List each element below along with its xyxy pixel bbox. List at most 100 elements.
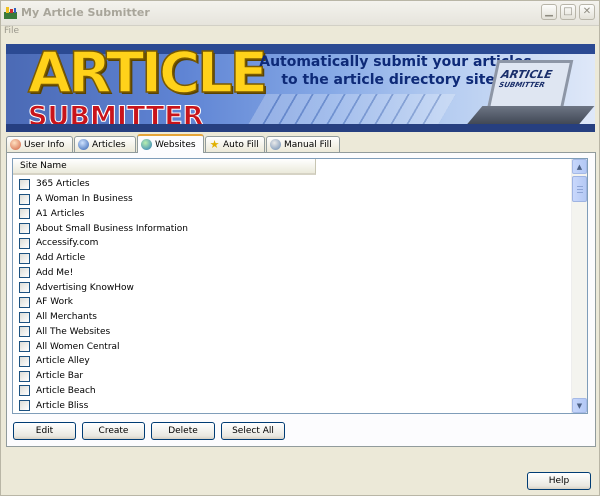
vertical-scrollbar[interactable]: ▲ ▼ — [571, 159, 587, 413]
list-item[interactable] — [19, 413, 188, 414]
list-item[interactable]: Article Bar — [19, 369, 188, 384]
site-label: Add Article — [36, 253, 86, 264]
site-label: Accessify.com — [36, 238, 99, 249]
site-checkbox[interactable] — [19, 341, 30, 353]
site-label: Add Me! — [36, 267, 74, 278]
laptop-logo-submitter: SUBMITTER — [497, 81, 547, 89]
minimize-button[interactable]: ▁ — [541, 4, 557, 20]
scroll-up-button[interactable]: ▲ — [572, 159, 587, 174]
close-icon: ✕ — [582, 6, 592, 17]
site-rows: 365 Articles A Woman In Business A1 Arti… — [19, 177, 188, 414]
list-item[interactable]: Article Bliss — [19, 398, 188, 413]
laptop-screen: ARTICLE SUBMITTER — [486, 60, 574, 110]
site-checkbox[interactable] — [19, 208, 30, 220]
site-checkbox[interactable] — [19, 370, 30, 382]
list-item[interactable]: AF Work — [19, 295, 188, 310]
site-label: All Women Central — [36, 341, 120, 352]
laptop-keyboard — [465, 106, 595, 126]
site-checkbox[interactable] — [19, 223, 30, 235]
star-icon: ★ — [209, 138, 220, 151]
tab-user-info-label: User Info — [24, 139, 65, 150]
site-checkbox[interactable] — [19, 355, 30, 367]
banner-logo-article: ARTICLE — [27, 44, 269, 106]
site-label: About Small Business Information — [36, 223, 188, 234]
tab-websites[interactable]: Websites — [137, 134, 204, 153]
site-checkbox[interactable] — [19, 385, 30, 397]
tab-manual-fill-label: Manual Fill — [284, 139, 332, 150]
maximize-icon: □ — [563, 6, 573, 17]
site-list[interactable]: Site Name 365 Articles A Woman In Busine… — [12, 158, 588, 414]
user-info-icon — [10, 139, 21, 150]
list-item[interactable]: Article Alley — [19, 354, 188, 369]
chevron-down-icon: ▼ — [576, 401, 583, 410]
column-header-site-name[interactable]: Site Name — [13, 159, 316, 175]
site-checkbox[interactable] — [19, 311, 30, 323]
keyboard-graphic — [246, 94, 456, 128]
grip-line — [577, 189, 583, 190]
list-item[interactable]: 365 Articles — [19, 177, 188, 192]
site-label: Article Bar — [36, 371, 84, 382]
list-item[interactable]: Add Me! — [19, 266, 188, 281]
list-item[interactable]: All The Websites — [19, 325, 188, 340]
site-checkbox[interactable] — [19, 400, 30, 412]
tab-websites-label: Websites — [155, 139, 196, 150]
site-label: All Merchants — [36, 312, 97, 323]
site-label: 365 Articles — [36, 179, 90, 190]
select-all-button[interactable]: Select All — [221, 422, 285, 440]
list-item[interactable]: A Woman In Business — [19, 192, 188, 207]
list-item[interactable]: Add Article — [19, 251, 188, 266]
list-item[interactable]: Advertising KnowHow — [19, 280, 188, 295]
site-checkbox[interactable] — [19, 326, 30, 338]
tab-articles-label: Articles — [92, 139, 126, 150]
site-label: Advertising KnowHow — [36, 282, 134, 293]
site-checkbox[interactable] — [19, 178, 30, 190]
app-icon — [4, 7, 17, 19]
scroll-thumb[interactable] — [572, 176, 587, 202]
header-banner: ARTICLE SUBMITTER Automatically submit y… — [6, 44, 595, 132]
site-label: A Woman In Business — [36, 194, 133, 205]
list-item[interactable]: Article Beach — [19, 384, 188, 399]
articles-icon — [78, 139, 89, 150]
minimize-icon: ▁ — [545, 6, 553, 17]
list-item[interactable]: All Merchants — [19, 310, 188, 325]
delete-button[interactable]: Delete — [151, 422, 215, 440]
site-checkbox[interactable] — [19, 282, 30, 294]
banner-bottom-stripe — [6, 124, 595, 132]
grip-line — [577, 192, 583, 193]
websites-icon — [141, 139, 152, 150]
site-checkbox[interactable] — [19, 237, 30, 249]
app-window: My Article Submitter ▁ □ ✕ File ARTICLE … — [0, 0, 600, 496]
menu-bar: File — [1, 25, 599, 39]
menu-file[interactable]: File — [4, 26, 19, 36]
site-label: Article Bliss — [36, 400, 89, 411]
scroll-down-button[interactable]: ▼ — [572, 398, 587, 413]
list-item[interactable]: All Women Central — [19, 339, 188, 354]
tab-auto-fill[interactable]: ★ Auto Fill — [205, 136, 265, 152]
tab-articles[interactable]: Articles — [74, 136, 136, 152]
edit-button[interactable]: Edit — [13, 422, 76, 440]
site-label: AF Work — [36, 297, 73, 308]
site-checkbox[interactable] — [19, 267, 30, 279]
help-button[interactable]: Help — [527, 472, 591, 490]
tab-user-info[interactable]: User Info — [6, 136, 73, 152]
site-checkbox[interactable] — [19, 296, 30, 308]
create-button[interactable]: Create — [82, 422, 145, 440]
list-item[interactable]: Accessify.com — [19, 236, 188, 251]
site-checkbox[interactable] — [19, 193, 30, 205]
list-item[interactable]: A1 Articles — [19, 207, 188, 222]
site-label: Article Beach — [36, 385, 96, 396]
grip-line — [577, 186, 583, 187]
list-item[interactable]: About Small Business Information — [19, 221, 188, 236]
site-label: A1 Articles — [36, 208, 85, 219]
close-button[interactable]: ✕ — [579, 4, 595, 20]
site-label: Article Alley — [36, 356, 90, 367]
manual-fill-icon — [270, 139, 281, 150]
maximize-button[interactable]: □ — [560, 4, 576, 20]
tab-manual-fill[interactable]: Manual Fill — [266, 136, 340, 152]
title-bar[interactable]: My Article Submitter ▁ □ ✕ — [1, 1, 599, 26]
chevron-up-icon: ▲ — [576, 162, 583, 171]
laptop-logo-article: ARTICLE — [498, 68, 555, 81]
window-title: My Article Submitter — [21, 6, 150, 19]
laptop-image: ARTICLE SUBMITTER — [465, 60, 595, 128]
site-checkbox[interactable] — [19, 252, 30, 264]
